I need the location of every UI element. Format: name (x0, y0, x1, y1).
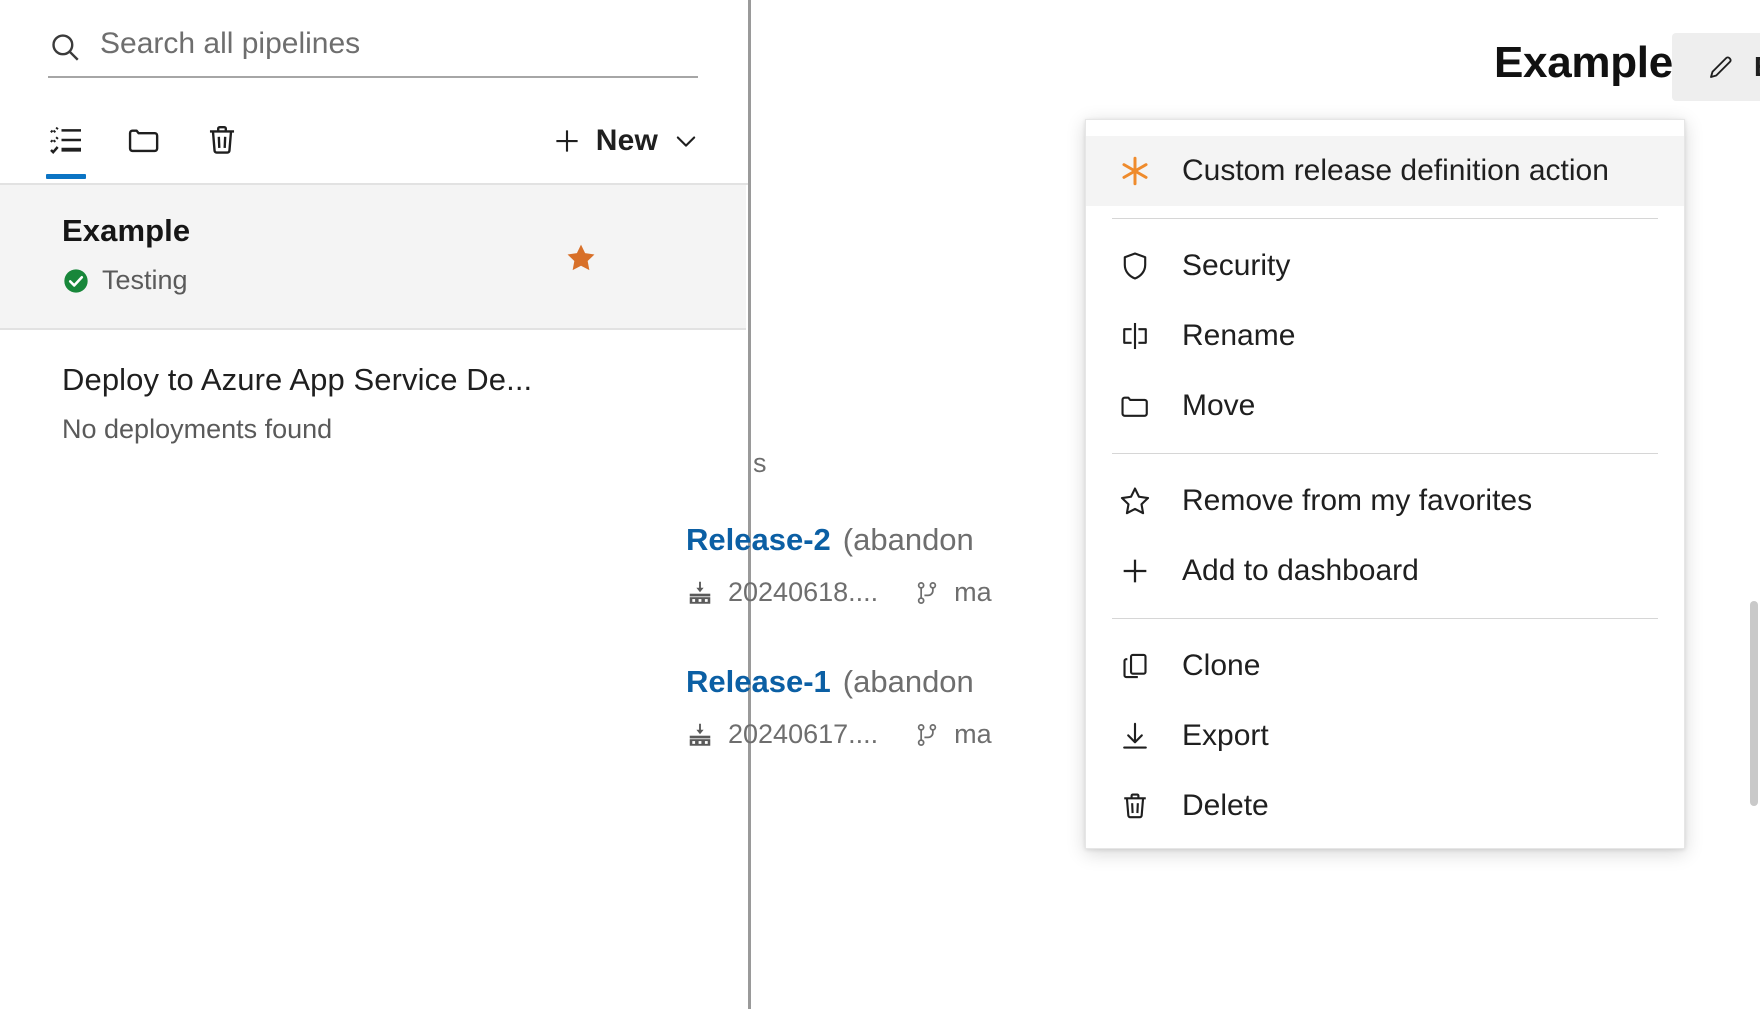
checklist-view-button[interactable] (38, 112, 94, 168)
clipped-text-fragment: s (753, 448, 767, 479)
checklist-active-underline (46, 174, 86, 179)
release-state: (abandon (843, 664, 974, 699)
menu-item-security[interactable]: Security (1086, 231, 1684, 301)
pipeline-list-item-deploy-azure[interactable]: Deploy to Azure App Service De... No dep… (0, 332, 746, 467)
menu-separator (1112, 218, 1658, 219)
menu-item-label: Rename (1182, 319, 1295, 353)
menu-item-delete[interactable]: Delete (1086, 771, 1684, 841)
menu-item-label: Add to dashboard (1182, 554, 1419, 588)
folder-icon (125, 121, 163, 159)
asterisk-icon (1118, 154, 1152, 188)
checklist-icon (46, 120, 86, 160)
pipeline-status-label: No deployments found (62, 414, 332, 445)
menu-item-label: Export (1182, 719, 1269, 753)
app-root: New Example Testing Deploy to (0, 0, 1760, 1009)
release-heading: Release-1 (abandon (686, 664, 974, 700)
pipeline-title: Deploy to Azure App Service De... (62, 362, 532, 398)
rename-icon (1118, 319, 1152, 353)
menu-item-label: Move (1182, 389, 1255, 423)
build-artifact-icon (686, 721, 714, 749)
release-name-link[interactable]: Release-2 (686, 522, 831, 557)
new-pipeline-button[interactable]: New (552, 114, 700, 168)
release-branch-label: ma (954, 577, 992, 608)
pipeline-status: No deployments found (62, 414, 332, 445)
menu-item-custom-release-definition-action[interactable]: Custom release definition action (1086, 136, 1684, 206)
edit-button[interactable]: Edit (1672, 33, 1760, 101)
pipeline-status-label: Testing (102, 265, 188, 296)
pipeline-title: Example (62, 213, 190, 249)
menu-item-label: Remove from my favorites (1182, 484, 1532, 518)
build-artifact-icon (686, 579, 714, 607)
pipelines-toolbar: New (38, 112, 700, 184)
search-bar[interactable] (48, 18, 698, 78)
menu-item-export[interactable]: Export (1086, 701, 1684, 771)
menu-top-padding (1086, 120, 1684, 136)
menu-separator (1112, 618, 1658, 619)
release-name-link[interactable]: Release-1 (686, 664, 831, 699)
menu-separator (1112, 453, 1658, 454)
menu-item-clone[interactable]: Clone (1086, 631, 1684, 701)
trash-icon (1118, 789, 1152, 823)
check-circle-icon (62, 267, 90, 295)
plus-icon (1118, 554, 1152, 588)
branch-icon (914, 722, 940, 748)
pencil-icon (1706, 52, 1736, 82)
new-button-label: New (596, 124, 658, 158)
menu-item-label: Delete (1182, 789, 1269, 823)
new-folder-button[interactable] (116, 112, 172, 168)
page-title: Example (1494, 38, 1673, 88)
chevron-down-icon (672, 127, 700, 155)
release-build-label: 20240617.... (728, 719, 878, 750)
search-icon (48, 30, 82, 64)
copy-icon (1118, 649, 1152, 683)
release-metadata: 20240617.... ma (686, 719, 992, 750)
menu-item-rename[interactable]: Rename (1086, 301, 1684, 371)
menu-item-remove-from-favorites[interactable]: Remove from my favorites (1086, 466, 1684, 536)
release-branch-label: ma (954, 719, 992, 750)
pipeline-status: Testing (62, 265, 188, 296)
release-state: (abandon (843, 522, 974, 557)
menu-item-move[interactable]: Move (1086, 371, 1684, 441)
star-outline-icon (1118, 484, 1152, 518)
release-metadata: 20240618.... ma (686, 577, 992, 608)
pipeline-list-item-example[interactable]: Example Testing (0, 185, 746, 330)
pipelines-left-panel: New Example Testing Deploy to (0, 0, 750, 1009)
release-build-label: 20240618.... (728, 577, 878, 608)
star-filled-icon[interactable] (564, 241, 598, 275)
search-input[interactable] (100, 27, 698, 67)
release-heading: Release-2 (abandon (686, 522, 974, 558)
menu-item-label: Clone (1182, 649, 1260, 683)
plus-icon (552, 126, 582, 156)
edit-button-label: Edit (1754, 51, 1760, 83)
more-actions-context-menu: Custom release definition action Securit… (1085, 119, 1685, 849)
deleted-pipelines-button[interactable] (194, 112, 250, 168)
menu-item-add-to-dashboard[interactable]: Add to dashboard (1086, 536, 1684, 606)
branch-icon (914, 580, 940, 606)
trash-icon (203, 121, 241, 159)
shield-icon (1118, 249, 1152, 283)
download-icon (1118, 719, 1152, 753)
menu-item-label: Custom release definition action (1182, 154, 1609, 188)
menu-item-label: Security (1182, 249, 1290, 283)
page-scrollbar-thumb[interactable] (1750, 601, 1758, 806)
folder-icon (1118, 389, 1152, 423)
